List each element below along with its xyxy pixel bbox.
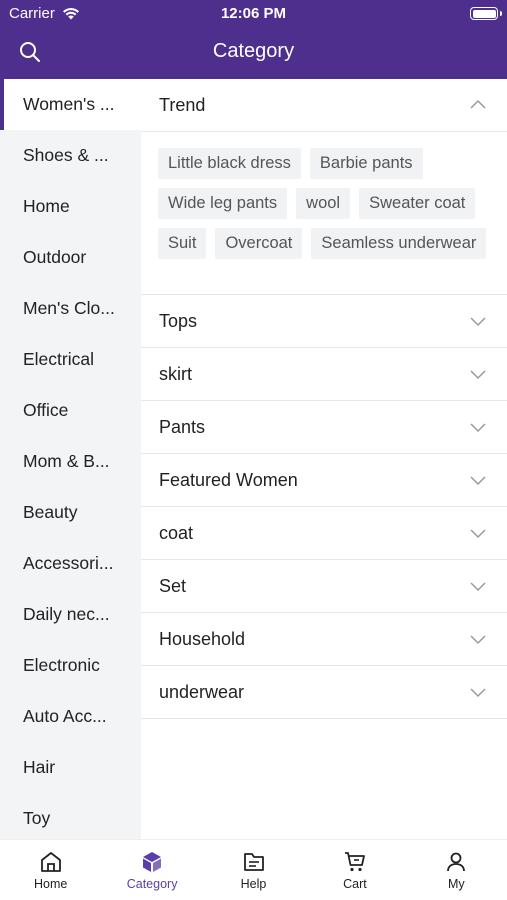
- sidebar-item-outdoor[interactable]: Outdoor: [0, 232, 141, 283]
- tab-label: Help: [240, 877, 267, 891]
- section-underwear: underwear: [141, 666, 507, 719]
- section-title: Household: [159, 628, 246, 649]
- tab-home[interactable]: Home: [0, 840, 101, 900]
- tab-label: My: [447, 877, 465, 891]
- sidebar-item-shoes[interactable]: Shoes & ...: [0, 130, 141, 181]
- section-title: Featured Women: [159, 469, 298, 490]
- cart-icon: [344, 852, 365, 872]
- section-header-pants[interactable]: Pants: [141, 401, 507, 453]
- sidebar-item-womens[interactable]: Women's ...: [0, 79, 141, 130]
- section-header-household[interactable]: Household: [141, 613, 507, 665]
- section-pants: Pants: [141, 401, 507, 454]
- chevron-down-icon: [470, 370, 486, 380]
- sidebar-item-office[interactable]: Office: [0, 385, 141, 436]
- folder-icon: [243, 853, 264, 871]
- bottom-tab-bar: Home Category Help Cart My: [0, 839, 507, 900]
- clock: 12:06 PM: [220, 5, 287, 22]
- tab-my[interactable]: My: [406, 840, 507, 900]
- chevron-down-icon: [470, 423, 486, 433]
- home-icon: [40, 852, 61, 872]
- tag-wool[interactable]: wool: [296, 188, 351, 219]
- tab-label: Home: [34, 877, 68, 891]
- chevron-down-icon: [470, 582, 486, 592]
- tab-cart[interactable]: Cart: [304, 840, 405, 900]
- section-title: coat: [159, 522, 194, 543]
- category-box-icon: [143, 852, 162, 872]
- tag-seamless-underwear[interactable]: Seamless underwear: [311, 228, 487, 259]
- section-trend: Trend Little black dress Barbie pants Wi…: [141, 79, 507, 295]
- section-tops: Tops: [141, 295, 507, 348]
- section-header-coat[interactable]: coat: [141, 507, 507, 559]
- section-header-featured-women[interactable]: Featured Women: [141, 454, 507, 506]
- section-title: Pants: [159, 416, 206, 437]
- subcategory-panel: Trend Little black dress Barbie pants Wi…: [141, 79, 507, 839]
- sidebar-item-accessories[interactable]: Accessori...: [0, 538, 141, 589]
- trend-tags: Little black dress Barbie pants Wide leg…: [141, 131, 507, 294]
- section-coat: coat: [141, 507, 507, 560]
- sidebar-item-electronic[interactable]: Electronic: [0, 640, 141, 691]
- tab-label: Category: [126, 877, 178, 891]
- section-skirt: skirt: [141, 348, 507, 401]
- sidebar-item-electrical[interactable]: Electrical: [0, 334, 141, 385]
- section-household: Household: [141, 613, 507, 666]
- section-header-skirt[interactable]: skirt: [141, 348, 507, 400]
- tag-barbie-pants[interactable]: Barbie pants: [309, 148, 423, 179]
- section-title: Trend: [159, 94, 206, 115]
- battery-icon: [470, 7, 502, 20]
- tab-category[interactable]: Category: [101, 840, 202, 900]
- tag-little-black-dress[interactable]: Little black dress: [158, 148, 301, 179]
- chevron-down-icon: [470, 529, 486, 539]
- user-icon: [447, 852, 466, 872]
- section-title: Tops: [159, 310, 198, 331]
- section-header-underwear[interactable]: underwear: [141, 666, 507, 718]
- category-sidebar: Women's ... Shoes & ... Home Outdoor Men…: [0, 79, 141, 839]
- sidebar-item-toy[interactable]: Toy: [0, 793, 141, 844]
- section-title: underwear: [159, 681, 245, 702]
- sidebar-item-mens-clothing[interactable]: Men's Clo...: [0, 283, 141, 334]
- page-title: Category: [212, 40, 295, 62]
- sidebar-item-beauty[interactable]: Beauty: [0, 487, 141, 538]
- tag-wide-leg-pants[interactable]: Wide leg pants: [158, 188, 288, 219]
- header: Carrier 12:06 PM Category: [0, 0, 507, 79]
- tag-overcoat[interactable]: Overcoat: [215, 228, 303, 259]
- sidebar-item-daily-necessities[interactable]: Daily nec...: [0, 589, 141, 640]
- chevron-down-icon: [470, 635, 486, 645]
- sidebar-item-auto-accessories[interactable]: Auto Acc...: [0, 691, 141, 742]
- tab-label: Cart: [343, 877, 367, 891]
- section-featured-women: Featured Women: [141, 454, 507, 507]
- chevron-up-icon: [470, 99, 486, 109]
- chevron-down-icon: [470, 317, 486, 327]
- chevron-down-icon: [470, 476, 486, 486]
- status-bar: Carrier 12:06 PM: [0, 0, 507, 28]
- tag-sweater-coat[interactable]: Sweater coat: [359, 188, 476, 219]
- section-set: Set: [141, 560, 507, 613]
- section-header-set[interactable]: Set: [141, 560, 507, 612]
- tag-suit[interactable]: Suit: [158, 228, 207, 259]
- section-title: skirt: [159, 363, 192, 384]
- section-title: Set: [159, 575, 187, 596]
- sidebar-item-home[interactable]: Home: [0, 181, 141, 232]
- section-header-trend[interactable]: Trend: [141, 79, 507, 131]
- section-header-tops[interactable]: Tops: [141, 295, 507, 347]
- tab-help[interactable]: Help: [203, 840, 304, 900]
- sidebar-item-mom-baby[interactable]: Mom & B...: [0, 436, 141, 487]
- chevron-down-icon: [470, 688, 486, 698]
- sidebar-item-hair[interactable]: Hair: [0, 742, 141, 793]
